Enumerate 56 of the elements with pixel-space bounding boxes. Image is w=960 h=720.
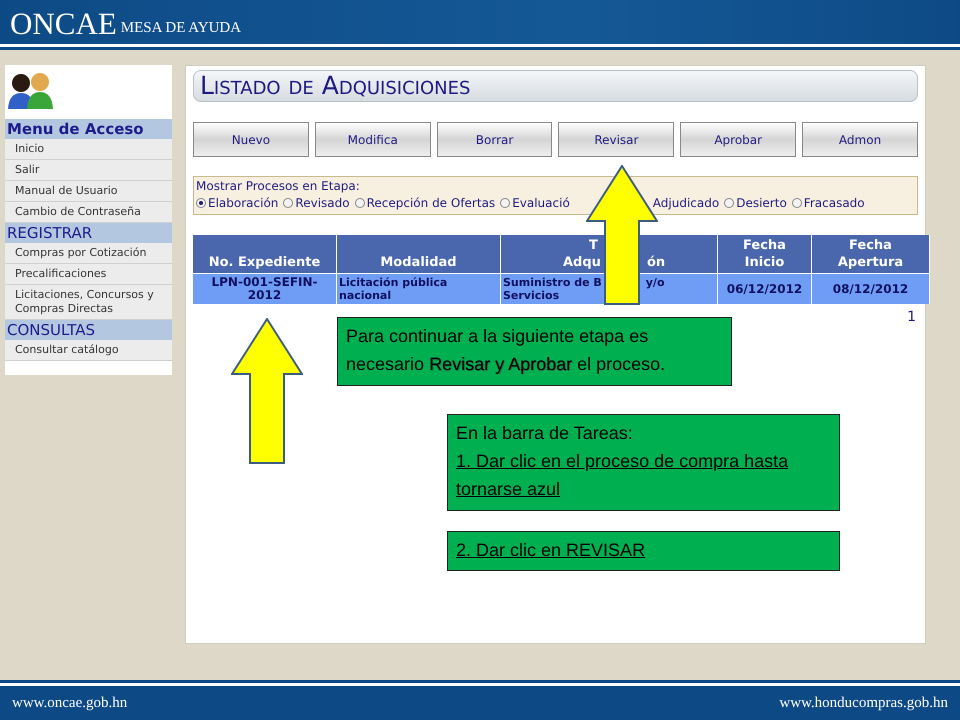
menu-item[interactable]: Cambio de Contraseña [5,202,172,223]
menu-item[interactable]: Salir [5,160,172,181]
option-label[interactable]: Desierto [736,196,787,210]
page-number[interactable]: 1 [907,309,916,325]
column-header: Fecha Apertura [812,235,930,273]
toolbar-button[interactable]: Nuevo [193,122,309,157]
menu-item[interactable]: Consultar catálogo [5,340,172,361]
option-label[interactable]: Evaluació [512,196,570,210]
toolbar-button[interactable]: Modifica [314,122,431,157]
column-header: Fecha Inicio [718,235,812,273]
option-label[interactable]: Revisado [295,196,350,210]
radio-button[interactable] [724,198,734,208]
menu-item[interactable]: Inicio [5,139,172,160]
users-icon [7,71,55,111]
table-cell[interactable]: Licitación pública nacional [337,273,501,304]
column-header: Modalidad [337,235,501,273]
table-cell-text: Servicios [503,289,560,302]
logo-text: ONCAE [10,8,117,40]
radio-button[interactable] [283,198,294,208]
table-cell[interactable]: LPN-001-SEFIN-2012 [193,273,337,304]
column-header: No. Expediente [193,235,337,273]
radio-button[interactable] [196,198,206,208]
filter-label: Mostrar Procesos en Etapa: [196,179,360,193]
menu-item[interactable]: Licitaciones, Concursos y Compras Directas [5,285,172,320]
toolbar-button[interactable]: Admon [802,122,918,157]
step-text: 1. Dar clic en el proceso de compra hasta tornarse azul [456,450,790,501]
option-label[interactable]: Elaboración [208,196,278,210]
table-cell[interactable]: 06/12/2012 [718,273,812,304]
option-label[interactable]: Fracasado [804,196,865,210]
menu-item[interactable]: Manual de Usuario [5,181,172,202]
step-text: 2. Dar clic en REVISAR [456,539,646,562]
menu-heading: CONSULTAS [5,320,172,340]
note-text: En la barra de Tareas: [456,422,634,445]
option-label[interactable]: Recepción de Ofertas [366,196,496,210]
option-label[interactable]: Adjudicado [652,196,720,210]
footer-link[interactable]: www.oncae.gob.hn [12,694,128,712]
table-cell[interactable]: 08/12/2012 [812,273,930,304]
toolbar-button[interactable]: Aprobar [680,122,796,157]
menu-heading: Menu de Acceso [5,119,172,139]
radio-button[interactable] [500,198,510,208]
menu-item[interactable]: Compras por Cotización [5,243,172,264]
toolbar-button[interactable]: Revisar [558,122,674,157]
radio-button[interactable] [354,198,365,208]
toolbar-button[interactable]: Borrar [436,122,552,157]
menu-item[interactable]: Precalificaciones [5,264,172,285]
radio-button[interactable] [792,198,802,208]
page-title: Listado de Adquisiciones [193,70,918,102]
header-text: Adqu [563,254,601,271]
table-cell: y/o [646,276,665,289]
footer-link[interactable]: www.honducompras.gob.hn [779,694,948,712]
table-cell: Suministro de B [503,276,602,289]
header-text: ón [646,254,666,271]
logo-subtitle: MESA DE AYUDA [120,19,242,38]
header-text: T [589,237,598,254]
note-text: Para continuar a la siguiente etapa es necesario Revisar y Aprobar el proceso. [346,326,666,374]
menu-heading: REGISTRAR [5,223,172,243]
